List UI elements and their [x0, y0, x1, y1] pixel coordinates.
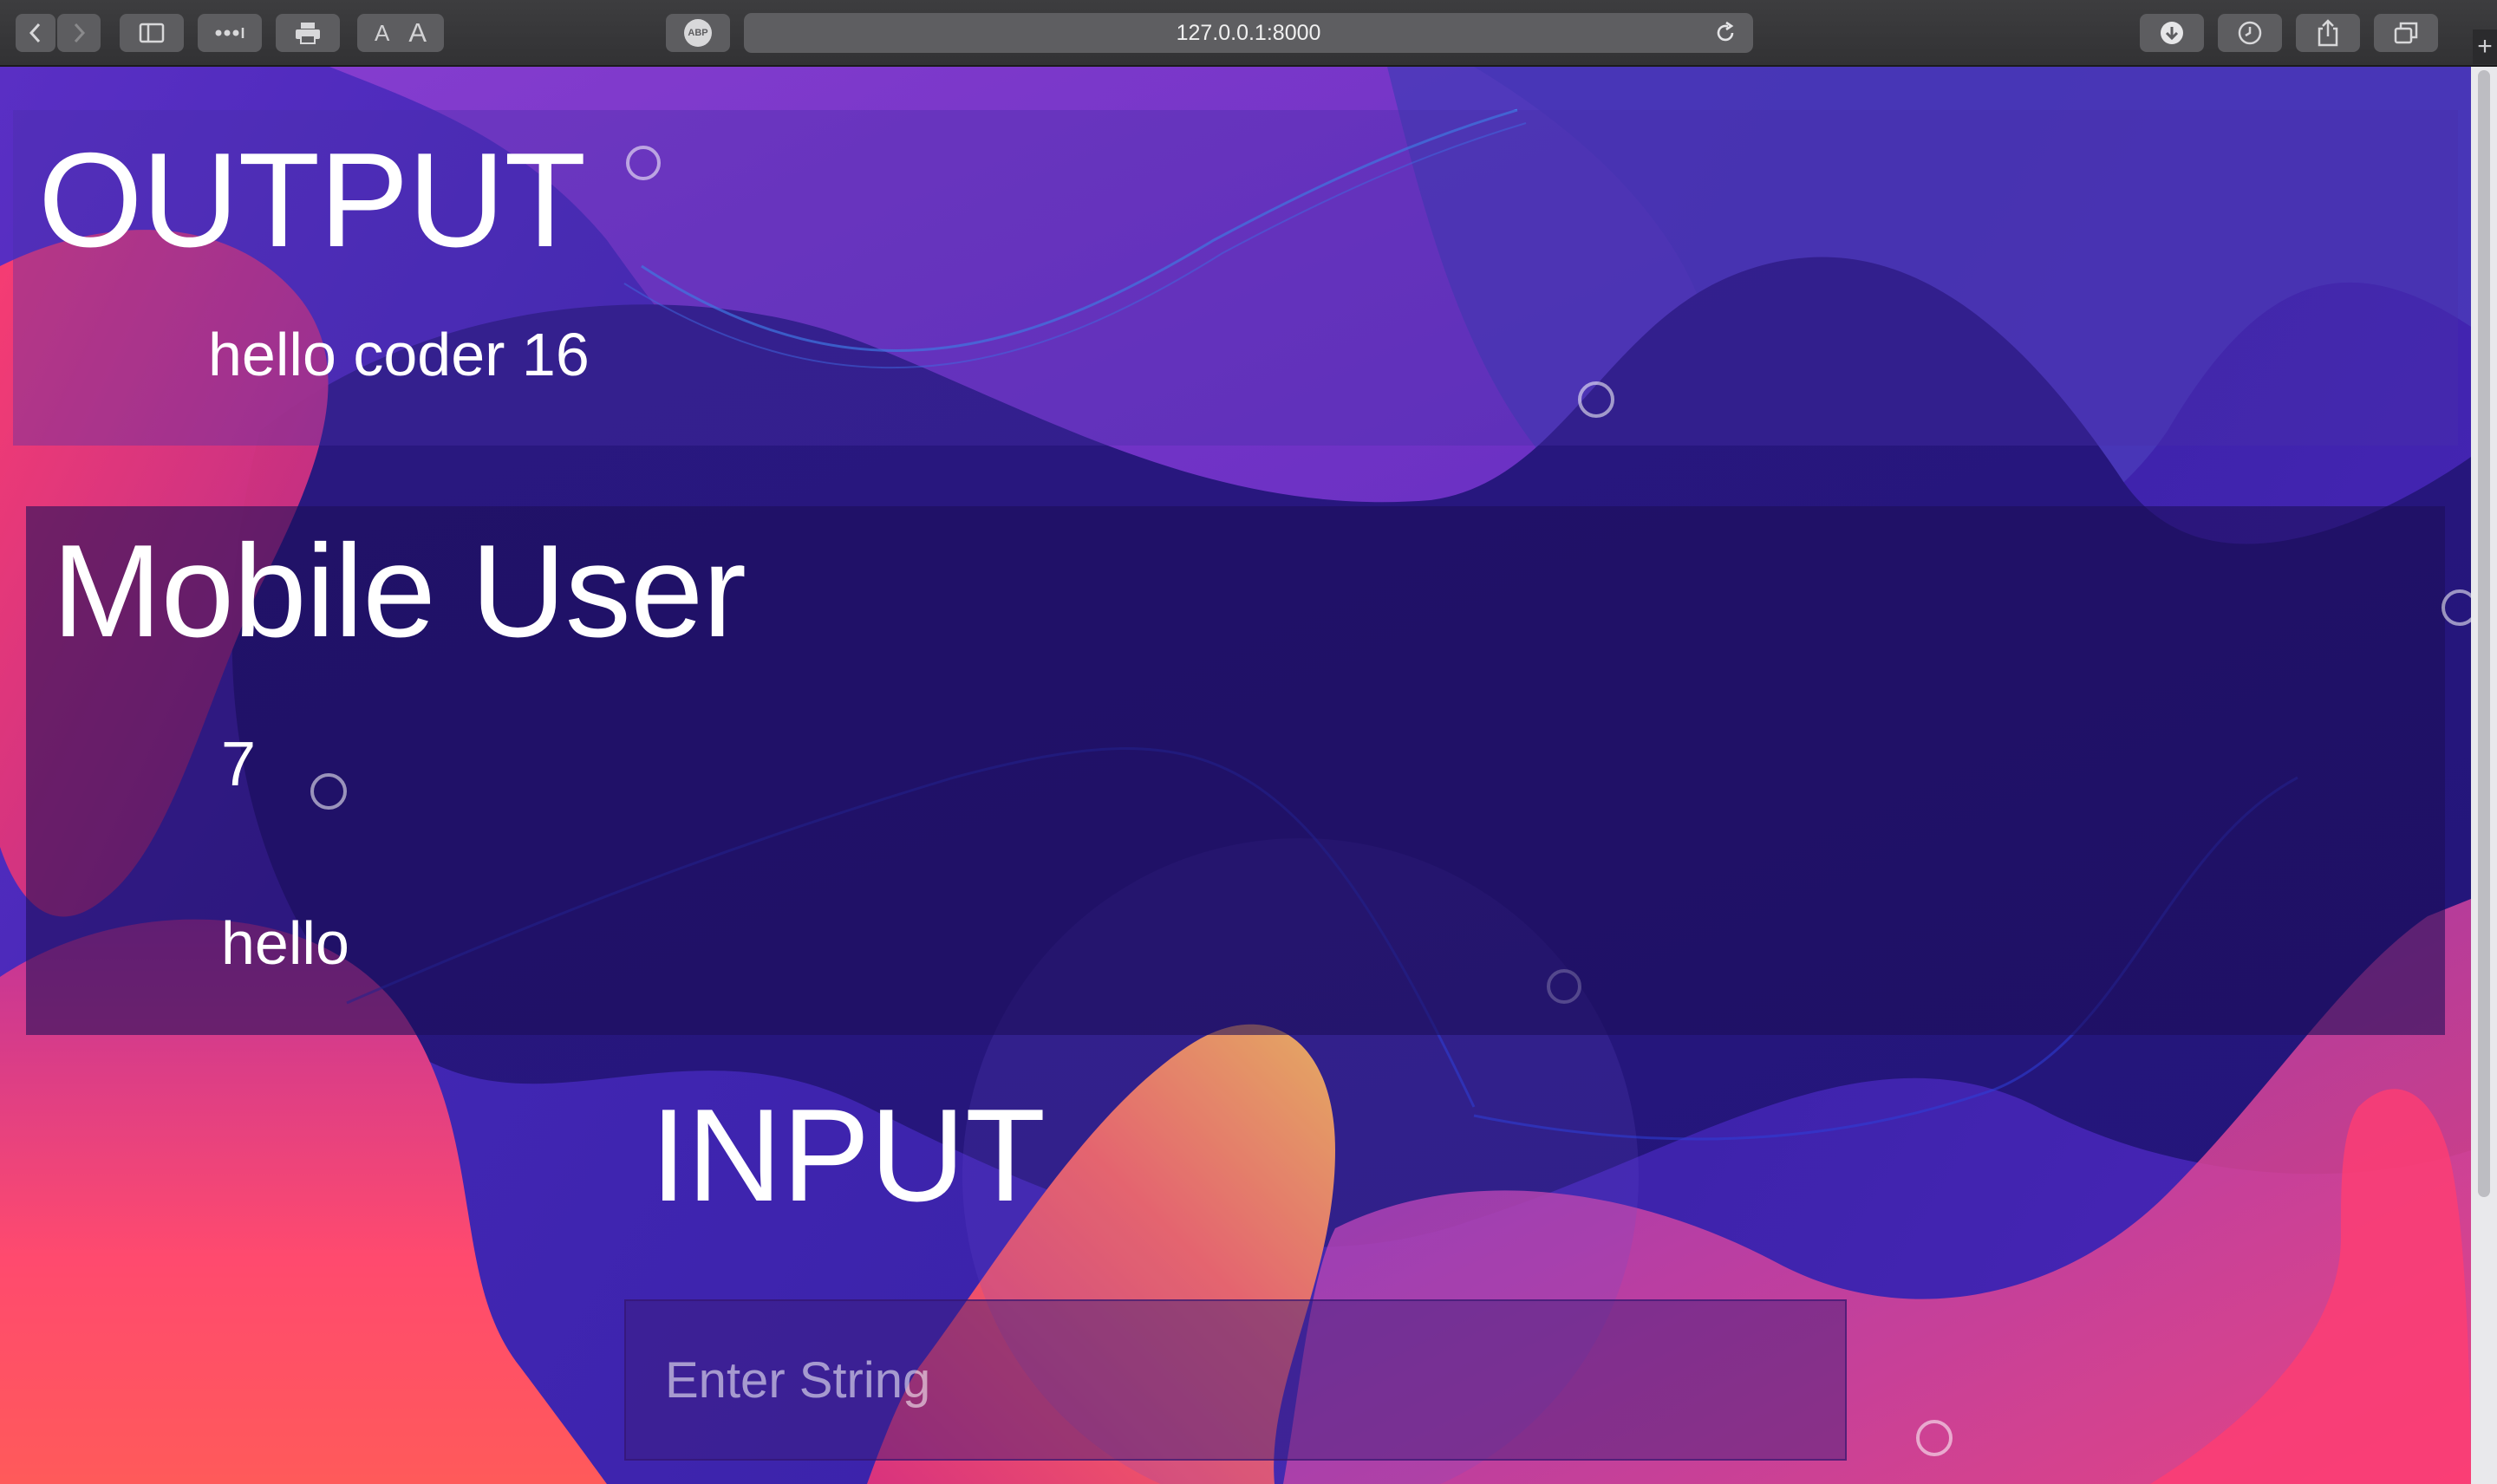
decor-ring [626, 146, 661, 180]
decor-ring [1916, 1420, 1953, 1456]
chevron-left-icon [29, 23, 41, 43]
reload-icon[interactable] [1713, 21, 1737, 45]
text-size-button[interactable]: A A [357, 14, 444, 52]
adblock-icon: ABP [684, 19, 712, 47]
scrollbar[interactable] [2471, 67, 2497, 1484]
history-button[interactable] [2218, 14, 2282, 52]
page-viewport: OUTPUT hello coder 16 Mobile User 7 hell… [0, 67, 2471, 1484]
text-smaller-label[interactable]: A [375, 20, 389, 47]
output-panel: OUTPUT hello coder 16 [13, 110, 2458, 446]
more-button[interactable] [198, 14, 262, 52]
sidebar-button[interactable] [120, 14, 184, 52]
new-tab-button[interactable]: + [2473, 29, 2497, 64]
sidebar-icon [139, 23, 165, 43]
mobile-user-title: Mobile User [52, 517, 746, 665]
clock-icon [2238, 21, 2262, 45]
mobile-user-panel: Mobile User 7 hello [26, 506, 2445, 1035]
decor-ring [2442, 589, 2471, 626]
decor-ring [1578, 381, 1614, 418]
text-larger-label[interactable]: A [408, 17, 427, 49]
forward-button[interactable] [57, 14, 101, 52]
print-button[interactable] [276, 14, 340, 52]
download-icon [2161, 22, 2183, 44]
share-icon [2318, 19, 2338, 47]
input-title: INPUT [650, 1082, 1046, 1229]
string-input[interactable] [624, 1299, 1847, 1461]
tabs-icon [2394, 22, 2418, 44]
share-button[interactable] [2296, 14, 2360, 52]
mobile-user-message: hello [221, 909, 349, 977]
adblock-button[interactable]: ABP [666, 14, 730, 52]
downloads-button[interactable] [2140, 14, 2204, 52]
back-button[interactable] [16, 14, 55, 52]
tabs-overview-button[interactable] [2374, 14, 2438, 52]
more-dots-icon [215, 28, 244, 38]
scrollbar-thumb[interactable] [2478, 70, 2490, 1197]
output-title: OUTPUT [38, 125, 586, 275]
address-bar[interactable]: 127.0.0.1:8000 [744, 13, 1753, 53]
decor-ring [310, 773, 347, 810]
browser-toolbar: A A ABP 127.0.0.1:8000 [0, 0, 2497, 67]
decor-ring [1547, 969, 1581, 1004]
mobile-user-count: 7 [221, 730, 257, 799]
new-tab-label[interactable]: + [2477, 32, 2493, 62]
chevron-right-icon [74, 23, 86, 43]
output-value: hello coder 16 [208, 321, 590, 388]
adblock-label: ABP [688, 28, 708, 38]
url-text[interactable]: 127.0.0.1:8000 [1177, 21, 1321, 46]
printer-icon [296, 23, 320, 44]
